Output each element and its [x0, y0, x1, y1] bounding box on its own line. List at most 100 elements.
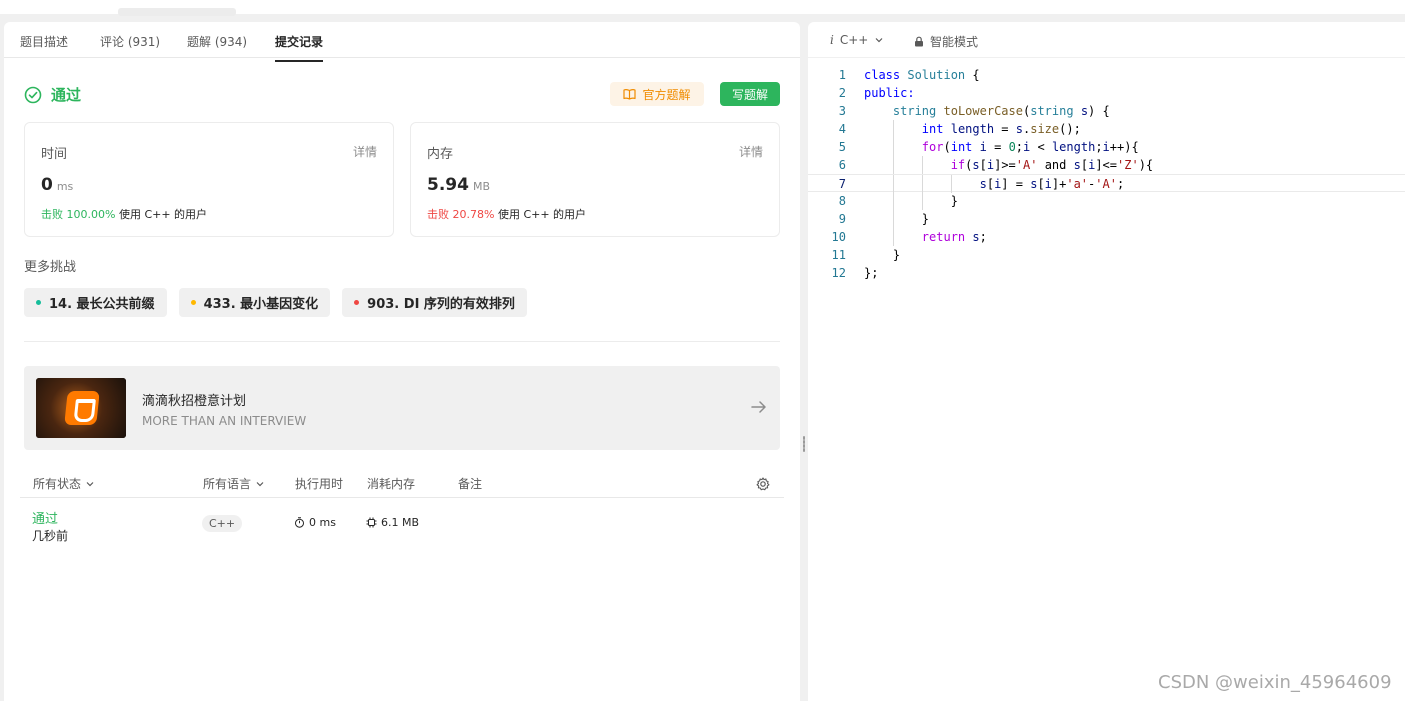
row-memory: 6.1 MB: [366, 516, 419, 529]
chevron-down-icon: [86, 481, 94, 486]
chip-icon: [366, 517, 377, 528]
watermark: CSDN @weixin_45964609: [1158, 672, 1392, 693]
code-line: 8 }: [808, 192, 1405, 210]
code-token: for: [921, 140, 944, 154]
code-token: length: [950, 122, 995, 136]
filter-language-dropdown[interactable]: 所有语言: [203, 475, 265, 492]
tab-comments[interactable]: 评论 (931): [100, 33, 160, 50]
smart-mode-toggle[interactable]: 智能模式: [914, 33, 978, 50]
memory-column-header: 消耗内存: [367, 477, 416, 491]
tab-solutions[interactable]: 题解 (934): [187, 33, 247, 50]
memory-detail-link[interactable]: 详情: [739, 143, 763, 160]
code-token: i: [1102, 140, 1110, 154]
gear-icon[interactable]: [756, 477, 770, 491]
tab-submissions[interactable]: 提交记录: [275, 33, 324, 62]
editor-toolbar: i C++ 智能模式: [808, 22, 1405, 58]
row-language-badge: C++: [202, 515, 243, 532]
line-number: 12: [831, 266, 846, 280]
code-token: int: [921, 122, 944, 136]
code-token: public:: [864, 86, 915, 100]
challenge-chip[interactable]: 903. DI 序列的有效排列: [342, 288, 527, 317]
row-status[interactable]: 通过: [32, 508, 58, 527]
language-select[interactable]: i C++: [830, 33, 884, 47]
code-line: 1 class Solution {: [808, 66, 1405, 84]
line-number: 4: [838, 122, 846, 136]
line-number: 2: [838, 86, 846, 100]
code-line: 6 if(s[i]>='A' and s[i]<='Z'){: [808, 156, 1405, 174]
memory-value: 5.94 MB: [427, 175, 490, 195]
line-number: 11: [831, 248, 846, 262]
chevron-down-icon: [875, 38, 883, 43]
code-line: 9 }: [808, 210, 1405, 228]
official-solution-button[interactable]: 官方题解: [610, 82, 704, 106]
submission-table-header: 所有状态 所有语言 执行用时 消耗内存 备注: [20, 470, 784, 498]
book-icon: [623, 89, 637, 100]
difficulty-dot-icon: [190, 300, 196, 305]
code-line: 4 int length = s.size();: [808, 120, 1405, 138]
line-number: 8: [838, 194, 846, 208]
result-status-text: 通过: [51, 86, 82, 104]
code-area[interactable]: 1 class Solution { 2 public: 3 string toLo…: [808, 66, 1405, 282]
challenge-chip-label: 433. 最小基因变化: [203, 297, 319, 312]
line-number: 5: [838, 140, 846, 154]
more-challenges-title: 更多挑战: [24, 260, 77, 275]
challenge-chip-label: 14. 最长公共前缀: [49, 297, 155, 312]
code-editor-panel: i C++ 智能模式 1 class Solution { 2 public: 3 …: [808, 22, 1405, 701]
write-solution-button[interactable]: 写题解: [720, 82, 780, 106]
code-token: s: [1080, 104, 1089, 118]
memory-beat: 击败 20.78% 使用 C++ 的用户: [427, 206, 586, 222]
runtime-unit: ms: [56, 180, 74, 193]
challenge-chip[interactable]: 433. 最小基因变化: [178, 288, 331, 317]
table-row[interactable]: 通过 几秒前 C++ 0 ms 6.1 MB: [20, 506, 784, 546]
code-token: toLowerCase: [943, 104, 1023, 118]
runtime-column-header: 执行用时: [295, 477, 344, 491]
code-token: class: [864, 68, 901, 82]
runtime-detail-link[interactable]: 详情: [353, 143, 377, 160]
code-line: 2 public:: [808, 84, 1405, 102]
row-runtime-value: 0 ms: [309, 516, 336, 529]
line-number: 6: [838, 158, 846, 172]
promo-title: 滴滴秋招橙意计划: [142, 394, 247, 409]
info-icon: i: [830, 33, 834, 47]
runtime-beat: 击败 100.00% 使用 C++ 的用户: [41, 206, 207, 222]
runtime-beat-pct: 100.00%: [66, 208, 116, 221]
language-select-value: C++: [839, 33, 869, 47]
memory-card: 内存 详情 5.94 MB 击败 20.78% 使用 C++ 的用户: [410, 122, 780, 237]
filter-status-dropdown[interactable]: 所有状态: [33, 475, 95, 492]
line-number: 3: [838, 104, 846, 118]
memory-unit: MB: [472, 180, 490, 193]
code-token: if: [950, 158, 966, 172]
result-status: 通过: [24, 84, 81, 105]
arrow-right-icon: [751, 401, 766, 413]
memory-beat-prefix: 击败: [427, 208, 449, 221]
tab-description[interactable]: 题目描述: [20, 33, 68, 50]
line-number: 7: [838, 177, 846, 191]
notes-column-header: 备注: [458, 477, 483, 491]
code-line: 12};: [808, 264, 1405, 282]
runtime-value: 0 ms: [41, 175, 73, 195]
memory-label: 内存: [427, 147, 454, 162]
code-token: and: [1044, 158, 1067, 172]
promo-banner[interactable]: 滴滴秋招橙意计划 MORE THAN AN INTERVIEW: [24, 366, 780, 450]
code-token: s: [979, 177, 987, 191]
official-solution-label: 官方题解: [642, 87, 691, 102]
line-number: 10: [831, 230, 846, 244]
runtime-beat-prefix: 击败: [41, 208, 63, 221]
memory-beat-suffix: 使用 C++ 的用户: [497, 208, 587, 221]
challenge-chips: 14. 最长公共前缀 433. 最小基因变化 903. DI 序列的有效排列: [24, 288, 527, 317]
code-line: 5 for(int i = 0;i < length;i++){: [808, 138, 1405, 156]
runtime-number: 0: [41, 175, 53, 195]
submission-panel: 题目描述 评论 (931) 题解 (934) 提交记录 通过 官方题解 写题解 …: [4, 22, 800, 701]
promo-thumbnail: [36, 378, 126, 438]
code-token: s: [972, 230, 980, 244]
challenge-chip[interactable]: 14. 最长公共前缀: [24, 288, 167, 317]
code-token: 'Z': [1117, 158, 1139, 172]
panel-tabs: 题目描述 评论 (931) 题解 (934) 提交记录: [4, 22, 800, 62]
lock-icon: [915, 36, 923, 47]
top-strip: [0, 0, 1405, 16]
code-token: s: [1015, 122, 1023, 136]
code-token: i: [986, 158, 995, 172]
memory-number: 5.94: [427, 175, 469, 195]
code-token: size: [1030, 122, 1060, 136]
panel-resize-handle[interactable]: [800, 22, 808, 701]
